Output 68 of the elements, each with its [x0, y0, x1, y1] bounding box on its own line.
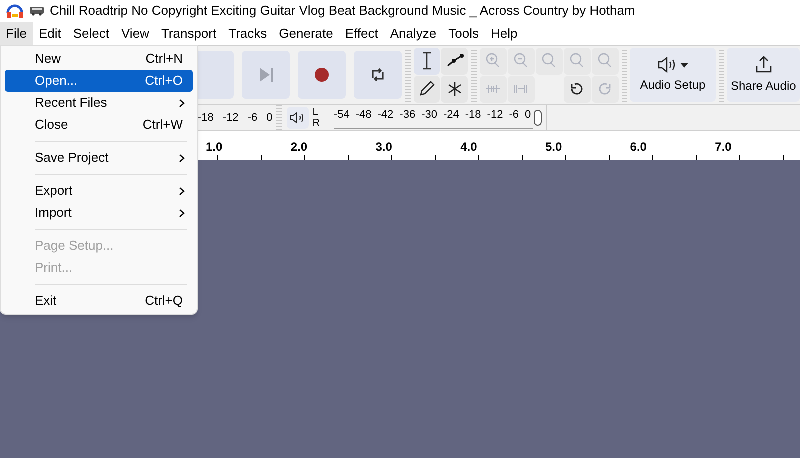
zoom-out-icon	[513, 53, 530, 69]
loop-icon	[370, 67, 386, 83]
channel-label: R	[312, 118, 320, 128]
menu-entry[interactable]: Open... Ctrl+O	[5, 70, 193, 92]
envelope-tool[interactable]	[441, 48, 468, 74]
zoom-selection-icon	[541, 53, 558, 69]
speaker-icon	[290, 112, 306, 124]
menu-entry: Print...	[34, 259, 74, 278]
window-title: Chill Roadtrip No Copyright Exciting Guitar Vlog Beat Background Music _ Across Country by Hotham	[50, 2, 636, 20]
asterisk-icon	[446, 81, 463, 97]
playback-volume-button[interactable]	[286, 106, 309, 128]
meter-tick-label: -6	[248, 110, 258, 126]
menu-entry[interactable]: New Ctrl+N	[5, 48, 193, 70]
ruler-label: 6.0	[630, 139, 648, 156]
menu-item[interactable]: View	[116, 22, 156, 45]
undo-icon	[569, 81, 586, 97]
text-cursor-icon	[422, 52, 432, 70]
menu-entry[interactable]: Export	[5, 180, 193, 202]
silence-icon	[513, 83, 530, 95]
speaker-icon	[658, 56, 688, 72]
menu-item[interactable]: Transport	[155, 22, 223, 45]
share-audio-button[interactable]: Share Audio	[727, 48, 800, 102]
menu-item[interactable]: Help	[484, 22, 524, 45]
zoom-fit-icon	[569, 53, 586, 69]
pencil-icon	[419, 81, 436, 97]
meter-slider-thumb[interactable]	[534, 110, 542, 126]
trim-icon	[485, 83, 502, 95]
menu-entry: Page Setup...	[34, 237, 115, 256]
menu-item[interactable]: File	[0, 22, 33, 45]
record-button[interactable]	[298, 51, 346, 99]
menu-entry[interactable]: Close Ctrl+W	[5, 114, 193, 136]
skip-end-icon	[258, 68, 274, 82]
playback-meter: -54 -48 -42 -36 -30 -24 -18 -12 -6 0	[334, 104, 534, 128]
draw-tool[interactable]	[414, 76, 440, 102]
meter-tick-label: -12	[222, 110, 239, 126]
ruler-label: 7.0	[715, 139, 733, 156]
ruler-label: 5.0	[545, 139, 564, 156]
menu-entry[interactable]: Recent Files	[5, 92, 193, 114]
menu-item[interactable]: Edit	[32, 22, 68, 45]
envelope-icon	[446, 54, 464, 68]
ruler-label: 1.0	[206, 139, 224, 156]
menu-entry[interactable]: Save Project	[5, 147, 193, 169]
loop-button[interactable]	[354, 51, 402, 99]
headphones-icon	[6, 3, 24, 19]
record-icon	[315, 68, 329, 82]
menu-item[interactable]: Tools	[442, 22, 485, 45]
menu-item[interactable]: Select	[67, 22, 116, 45]
undo-button[interactable]	[564, 76, 591, 102]
menu-entry[interactable]: Import	[5, 202, 193, 224]
zoom-toggle-icon	[597, 53, 614, 69]
menu-item[interactable]: Analyze	[384, 22, 443, 45]
menu-item[interactable]: Effect	[339, 22, 384, 45]
ruler-label: 4.0	[460, 139, 478, 156]
upload-icon	[754, 56, 773, 74]
ruler-label: 3.0	[376, 139, 394, 156]
multi-tool[interactable]	[441, 76, 468, 102]
bus-icon	[30, 6, 44, 16]
selection-tool[interactable]	[414, 48, 440, 74]
meter-tick-label: -18	[198, 110, 214, 126]
audio-setup-button[interactable]: Audio Setup	[630, 48, 716, 102]
zoom-in-icon	[485, 53, 502, 69]
menu-item[interactable]: Generate	[273, 22, 340, 45]
menu-item[interactable]: Tracks	[222, 22, 274, 45]
ruler-label: 2.0	[290, 139, 309, 156]
redo-icon	[597, 81, 614, 97]
menu-entry[interactable]: Exit Ctrl+Q	[5, 290, 193, 312]
channel-label: L	[312, 106, 320, 118]
meter-tick-label: 0	[266, 110, 273, 126]
